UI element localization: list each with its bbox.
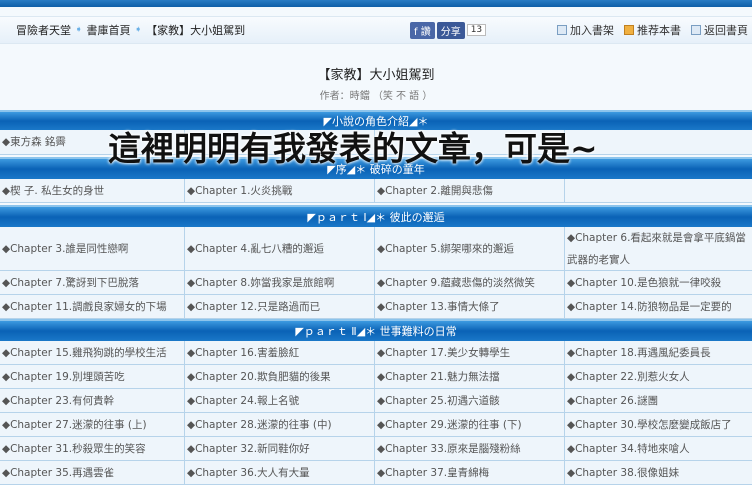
- table-row: ◆Chapter 19.別埋頭苦吃 ◆Chapter 20.欺負肥貓的後果 ◆Cha…: [0, 365, 752, 389]
- share-button[interactable]: 分享: [436, 21, 465, 39]
- chapter-link[interactable]: ◆Chapter 9.蘊藏悲傷的淡然微笑: [375, 271, 565, 294]
- share-count: 13: [466, 24, 487, 36]
- table-row: ◆Chapter 23.有何貴幹 ◆Chapter 24.報上名號 ◆Chapter…: [0, 389, 752, 413]
- table-row: ◆Chapter 15.雞飛狗跳的學校生活 ◆Chapter 16.害羞臉紅 ◆Ch…: [0, 341, 752, 365]
- table-row: ◆Chapter 11.調戲良家婦女的下場 ◆Chapter 12.只是路過而已 ◆…: [0, 295, 752, 319]
- arrow-icon: ➧: [75, 25, 83, 35]
- chapter-link[interactable]: ◆Chapter 2.離開與悲傷: [375, 179, 565, 202]
- chapter-link[interactable]: ◆Chapter 8.妳當我家是旅館啊: [185, 271, 375, 294]
- chapter-link[interactable]: ◆Chapter 3.誰是同性戀啊: [0, 227, 185, 270]
- add-bookshelf-label: 加入書架: [570, 24, 614, 37]
- back-to-book-button[interactable]: 返回書頁: [691, 22, 748, 38]
- chapter-link[interactable]: ◆Chapter 16.害羞臉紅: [185, 341, 375, 364]
- save-icon: [557, 25, 567, 35]
- chapter-link[interactable]: ◆Chapter 5.綁架哪來的邂逅: [375, 227, 565, 270]
- chapter-link[interactable]: ◆Chapter 31.秒殺眾生的笑容: [0, 437, 185, 460]
- chapter-link[interactable]: ◆Chapter 38.很像姐妹: [565, 461, 752, 484]
- book-author: 作者：時鐺 （笑 不 語 ）: [319, 91, 433, 102]
- back-label: 返回書頁: [704, 24, 748, 37]
- chapter-link[interactable]: ◆Chapter 26.謎團: [565, 389, 752, 412]
- breadcrumb-book[interactable]: 【家教】大小姐駕到: [146, 22, 245, 38]
- chapter-link[interactable]: ◆Chapter 7.驚訝到下巴脫落: [0, 271, 185, 294]
- chapter-link[interactable]: ◆Chapter 6.看起來就是會拿平底鍋當武器的老實人: [565, 227, 752, 270]
- chapter-link[interactable]: ◆Chapter 10.是色狼就一律咬殺: [565, 271, 752, 294]
- table-row: ◆Chapter 35.再遇雲雀 ◆Chapter 36.大人有大量 ◆Chapte…: [0, 461, 752, 485]
- chapter-link[interactable]: ◆Chapter 25.初遇六道骸: [375, 389, 565, 412]
- top-bar: [0, 0, 752, 7]
- chapter-link[interactable]: ◆Chapter 17.美少女轉學生: [375, 341, 565, 364]
- chapter-link[interactable]: ◆Chapter 20.欺負肥貓的後果: [185, 365, 375, 388]
- share-widget: f 讚 分享 13: [410, 21, 487, 39]
- chapter-link[interactable]: ◆Chapter 19.別埋頭苦吃: [0, 365, 185, 388]
- recommend-icon: [624, 25, 634, 35]
- overlay-caption: 這裡明明有我發表的文章，可是~: [108, 129, 598, 168]
- breadcrumb: 冒險者天堂 ➧ 書庫首頁 ➧ 【家教】大小姐駕到: [16, 22, 245, 38]
- section-header: ◤ｐａｒｔ Ⅰ◢＊ 彼此の邂逅: [0, 205, 752, 227]
- chapter-link[interactable]: ◆Chapter 12.只是路過而已: [185, 295, 375, 318]
- chapter-link[interactable]: ◆Chapter 37.皇青綿梅: [375, 461, 565, 484]
- toolbar: 加入書架 推荐本書 返回書頁: [557, 22, 748, 38]
- chapter-link[interactable]: ◆Chapter 32.新同鞋你好: [185, 437, 375, 460]
- breadcrumb-home[interactable]: 冒險者天堂: [16, 22, 71, 38]
- chapter-link[interactable]: ◆Chapter 28.迷濛的往事 (中): [185, 413, 375, 436]
- chapter-link[interactable]: ◆Chapter 18.再遇風紀委員長: [565, 341, 752, 364]
- chapter-link[interactable]: ◆Chapter 36.大人有大量: [185, 461, 375, 484]
- recommend-label: 推荐本書: [637, 24, 681, 37]
- chapter-link[interactable]: ◆Chapter 23.有何貴幹: [0, 389, 185, 412]
- chapter-link[interactable]: ◆Chapter 27.迷濛的往事 (上): [0, 413, 185, 436]
- facebook-like-button[interactable]: f 讚: [410, 21, 435, 39]
- chapter-link[interactable]: ◆Chapter 22.別惹火女人: [565, 365, 752, 388]
- table-row: ◆楔 子. 私生女的身世 ◆Chapter 1.火炎挑戰 ◆Chapter 2.離開…: [0, 179, 752, 203]
- chapter-link[interactable]: ◆Chapter 21.魅力無法擋: [375, 365, 565, 388]
- chapter-link[interactable]: ◆Chapter 24.報上名號: [185, 389, 375, 412]
- section-header: ◤ｐａｒｔ Ⅱ◢＊ 世事難料の日常: [0, 319, 752, 341]
- chapter-link[interactable]: ◆Chapter 13.事情大條了: [375, 295, 565, 318]
- chapter-link[interactable]: ◆Chapter 14.防狼物品是一定要的: [565, 295, 752, 318]
- chapter-link[interactable]: ◆Chapter 15.雞飛狗跳的學校生活: [0, 341, 185, 364]
- chapter-link[interactable]: ◆Chapter 33.原來是腦殘粉絲: [375, 437, 565, 460]
- chapter-link[interactable]: ◆Chapter 30.學校怎麼變成飯店了: [565, 413, 752, 436]
- book-title: 【家教】大小姐駕到: [317, 68, 435, 83]
- table-row: ◆Chapter 3.誰是同性戀啊 ◆Chapter 4.亂七八糟的邂逅 ◆Chap…: [0, 227, 752, 271]
- chapter-link[interactable]: ◆Chapter 35.再遇雲雀: [0, 461, 185, 484]
- chapter-link[interactable]: ◆Chapter 4.亂七八糟的邂逅: [185, 227, 375, 270]
- chapter-link[interactable]: ◆Chapter 11.調戲良家婦女的下場: [0, 295, 185, 318]
- table-row: ◆Chapter 31.秒殺眾生的笑容 ◆Chapter 32.新同鞋你好 ◆Cha…: [0, 437, 752, 461]
- book-icon: [691, 25, 701, 35]
- recommend-button[interactable]: 推荐本書: [624, 22, 681, 38]
- breadcrumb-library[interactable]: 書庫首頁: [87, 22, 131, 38]
- chapter-link[interactable]: ◆楔 子. 私生女的身世: [0, 179, 185, 202]
- table-row: ◆Chapter 27.迷濛的往事 (上) ◆Chapter 28.迷濛的往事 (…: [0, 413, 752, 437]
- table-row: ◆Chapter 7.驚訝到下巴脫落 ◆Chapter 8.妳當我家是旅館啊 ◆Ch…: [0, 271, 752, 295]
- chapter-link: [565, 179, 752, 202]
- arrow-icon: ➧: [134, 25, 143, 35]
- chapter-link[interactable]: ◆Chapter 29.迷濛的往事 (下): [375, 413, 565, 436]
- add-bookshelf-button[interactable]: 加入書架: [557, 22, 614, 38]
- breadcrumb-bar: 冒險者天堂 ➧ 書庫首頁 ➧ 【家教】大小姐駕到 f 讚 分享 13 加入書架 …: [0, 16, 752, 44]
- chapter-link[interactable]: ◆Chapter 34.特地來嗆人: [565, 437, 752, 460]
- chapter-link[interactable]: ◆Chapter 1.火炎挑戰: [185, 179, 375, 202]
